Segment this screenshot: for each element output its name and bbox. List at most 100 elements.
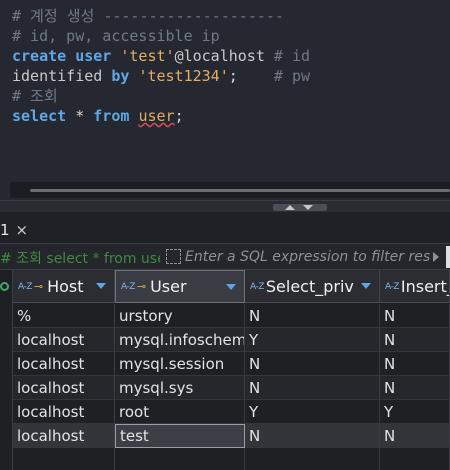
code-token: from: [93, 107, 130, 125]
sort-dropdown-icon[interactable]: [361, 283, 371, 289]
result-tab-bar: 1 ×: [0, 212, 450, 244]
code-token: user: [138, 107, 175, 125]
table-cell[interactable]: Y: [380, 400, 450, 424]
filter-input[interactable]: [185, 247, 430, 267]
code-token: select: [12, 107, 67, 125]
code-line[interactable]: # 조회: [12, 86, 310, 106]
query-breadcrumb-text: select * from user: [41, 251, 160, 267]
code-token: user: [75, 47, 112, 65]
empty-cell: [245, 448, 380, 470]
code-token: # 계정 생성 --------------------: [12, 7, 284, 25]
column-header-host[interactable]: A-Z ⊸ Host: [13, 270, 115, 303]
code-token: # id: [264, 47, 311, 65]
table-cell[interactable]: N: [245, 304, 380, 328]
column-header-select_priv[interactable]: A-Z Select_priv: [245, 270, 380, 303]
editor-scroll-thumb[interactable]: [30, 189, 450, 192]
code-token: create: [12, 47, 67, 65]
table-cell[interactable]: localhost: [13, 376, 115, 400]
primary-key-icon: ⊸: [33, 280, 44, 293]
table-row[interactable]: % urstory N N: [13, 304, 450, 328]
primary-key-icon: ⊸: [136, 280, 147, 293]
code-token: # id, pw, accessible ip: [12, 27, 220, 45]
table-cell[interactable]: localhost: [13, 352, 115, 376]
code-line[interactable]: identified by 'test1234'; # pw: [12, 66, 310, 86]
column-header-label: Select_priv: [265, 277, 354, 296]
code-token: identified: [12, 67, 103, 85]
query-breadcrumb: # 조회 select * from user: [0, 248, 160, 268]
editor-horizontal-scrollbar[interactable]: [10, 182, 450, 198]
table-row[interactable]: localhost root Y Y: [13, 400, 450, 424]
code-line[interactable]: # id, pw, accessible ip: [12, 26, 310, 46]
empty-cell: [380, 448, 450, 470]
table-cell[interactable]: N: [380, 352, 450, 376]
code-token: by: [111, 67, 130, 85]
table-cell[interactable]: test: [115, 424, 245, 448]
string-type-icon: A-Z: [385, 281, 399, 292]
table-row[interactable]: localhost test N N: [13, 424, 450, 448]
tab-result-1[interactable]: 1 ×: [0, 216, 36, 244]
grid-header: A-Z⊸HostA-Z⊸UserA-ZSelect_privA-ZInsert_…: [13, 270, 450, 303]
close-icon[interactable]: ×: [16, 221, 29, 239]
table-cell[interactable]: N: [245, 352, 380, 376]
empty-row: [13, 448, 450, 470]
empty-cell: [115, 448, 245, 470]
table-row[interactable]: localhost mysql.infoschema Y N: [13, 328, 450, 352]
apply-filter-arrow-icon[interactable]: [433, 252, 439, 262]
sql-code[interactable]: # 계정 생성 -------------------- # id, pw, ac…: [12, 6, 310, 126]
code-token: ;: [174, 107, 184, 125]
results-grid: A-Z⊸HostA-Z⊸UserA-ZSelect_privA-ZInsert_…: [0, 270, 450, 470]
table-cell[interactable]: mysql.session: [115, 352, 245, 376]
table-cell[interactable]: Y: [245, 400, 380, 424]
table-cell[interactable]: N: [380, 328, 450, 352]
code-token: 'test': [120, 47, 175, 65]
code-token: *: [66, 107, 94, 125]
tab-label: 1: [0, 221, 10, 239]
sort-dropdown-icon[interactable]: [96, 283, 106, 289]
filter-divider: [446, 246, 450, 268]
table-cell[interactable]: urstory: [115, 304, 245, 328]
code-token: # pw: [237, 67, 311, 85]
table-cell[interactable]: localhost: [13, 424, 115, 448]
column-header-label: Insert_p: [400, 277, 449, 296]
panel-splitter[interactable]: [0, 200, 450, 212]
select-all-icon[interactable]: [0, 282, 9, 291]
table-cell[interactable]: Y: [245, 328, 380, 352]
code-line[interactable]: create user 'test'@localhost # id: [12, 46, 310, 66]
code-token: 'test1234': [138, 67, 229, 85]
code-token: ;: [228, 67, 238, 85]
filter-bar: # 조회 select * from user: [0, 244, 450, 270]
code-token: @localhost: [174, 47, 265, 65]
table-cell[interactable]: N: [380, 376, 450, 400]
table-cell[interactable]: N: [380, 304, 450, 328]
table-cell[interactable]: N: [245, 376, 380, 400]
splitter-toggle-icon[interactable]: [273, 204, 327, 211]
table-cell[interactable]: localhost: [13, 328, 115, 352]
string-type-icon: A-Z: [250, 281, 264, 292]
sort-dropdown-icon[interactable]: [226, 284, 236, 290]
string-type-icon: A-Z: [121, 281, 135, 292]
table-cell[interactable]: root: [115, 400, 245, 424]
column-header-user[interactable]: A-Z ⊸ User: [115, 270, 245, 303]
code-token: # 조회: [12, 87, 58, 105]
table-row[interactable]: localhost mysql.sys N N: [13, 376, 450, 400]
column-header-label: User: [150, 277, 187, 296]
table-cell[interactable]: N: [245, 424, 380, 448]
table-cell[interactable]: N: [380, 424, 450, 448]
table-cell[interactable]: %: [13, 304, 115, 328]
query-breadcrumb-comment: # 조회: [0, 251, 42, 267]
grid-body: % urstory N Nlocalhost mysql.infoschema Y Nloc…: [13, 304, 450, 470]
column-header-label: Host: [47, 277, 84, 296]
column-header-insert_p[interactable]: A-ZInsert_p: [380, 270, 450, 303]
expand-filter-icon[interactable]: [166, 249, 181, 264]
code-line[interactable]: # 계정 생성 --------------------: [12, 6, 310, 26]
table-cell[interactable]: mysql.sys: [115, 376, 245, 400]
empty-cell: [13, 448, 115, 470]
sql-editor[interactable]: # 계정 생성 -------------------- # id, pw, ac…: [0, 0, 450, 200]
code-line[interactable]: select * from user;: [12, 106, 310, 126]
row-gutter: [0, 270, 13, 470]
table-row[interactable]: localhost mysql.session N N: [13, 352, 450, 376]
table-cell[interactable]: mysql.infoschema: [115, 328, 245, 352]
table-cell[interactable]: localhost: [13, 400, 115, 424]
